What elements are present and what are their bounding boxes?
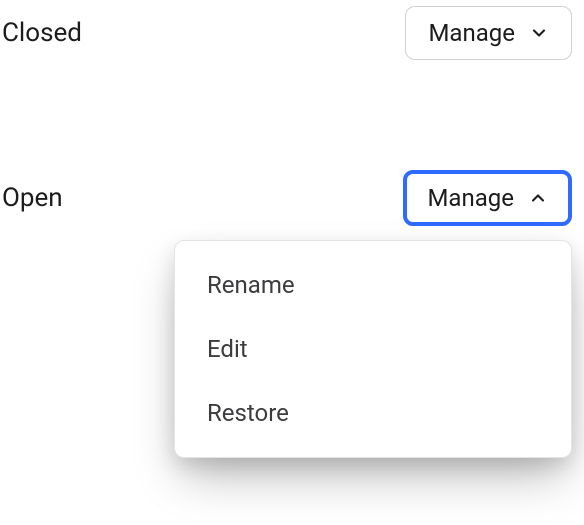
status-label-closed: Closed <box>0 18 82 48</box>
dropdown-item-restore[interactable]: Restore <box>175 381 571 445</box>
chevron-up-icon <box>528 188 548 208</box>
row-closed: Closed Manage <box>0 6 584 60</box>
manage-button-label: Manage <box>427 186 514 210</box>
status-label-open: Open <box>0 183 63 213</box>
manage-button-label: Manage <box>428 21 515 45</box>
dropdown-item-rename[interactable]: Rename <box>175 253 571 317</box>
manage-dropdown: Rename Edit Restore <box>174 240 572 458</box>
chevron-down-icon <box>529 23 549 43</box>
manage-button-open[interactable]: Manage <box>403 170 572 226</box>
manage-button-closed[interactable]: Manage <box>405 6 572 60</box>
row-open: Open Manage <box>0 170 584 226</box>
dropdown-item-edit[interactable]: Edit <box>175 317 571 381</box>
